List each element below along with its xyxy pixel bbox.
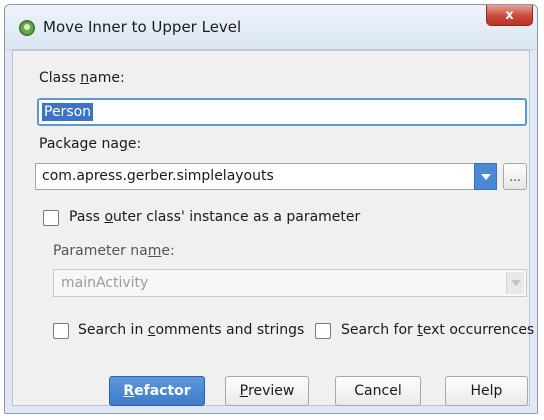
search-comments-checkbox[interactable] bbox=[53, 323, 69, 339]
chevron-down-icon bbox=[510, 280, 521, 286]
parameter-dropdown-button[interactable] bbox=[506, 272, 524, 294]
refactor-button[interactable]: Refactor bbox=[109, 376, 205, 406]
close-icon: x bbox=[505, 7, 514, 23]
parameter-name-label: Parameter name: bbox=[53, 243, 175, 259]
close-button[interactable]: x bbox=[486, 5, 533, 26]
search-comments-label[interactable]: Search in comments and strings bbox=[78, 322, 304, 338]
dialog-title: Move Inner to Upper Level bbox=[43, 18, 242, 36]
pass-outer-label[interactable]: Pass outer class' instance as a paramete… bbox=[69, 209, 360, 225]
parameter-name-combobox[interactable]: mainActivity bbox=[53, 269, 527, 297]
class-name-input[interactable]: Person bbox=[37, 98, 527, 126]
search-text-checkbox[interactable] bbox=[315, 323, 331, 339]
chevron-down-icon bbox=[480, 173, 491, 180]
help-button[interactable]: Help bbox=[445, 376, 528, 406]
android-icon bbox=[19, 20, 35, 36]
dialog-content: Class name: Person Package nage: com.apr… bbox=[12, 50, 534, 406]
package-dropdown-button[interactable] bbox=[474, 163, 497, 190]
title-bar[interactable]: Move Inner to Upper Level x bbox=[5, 5, 537, 50]
browse-package-button[interactable]: ... bbox=[503, 163, 527, 190]
package-name-combobox[interactable]: com.apress.gerber.simplelayouts bbox=[35, 163, 497, 190]
pass-outer-checkbox[interactable] bbox=[43, 210, 59, 226]
parameter-name-value: mainActivity bbox=[61, 275, 149, 291]
search-text-label[interactable]: Search for text occurrences bbox=[341, 322, 534, 338]
preview-button[interactable]: Preview bbox=[225, 376, 309, 406]
cancel-button[interactable]: Cancel bbox=[335, 376, 421, 406]
package-name-label: Package nage: bbox=[39, 136, 142, 152]
dialog-window: Move Inner to Upper Level x Class name: … bbox=[4, 4, 538, 414]
class-name-value: Person bbox=[42, 103, 94, 121]
class-name-label: Class name: bbox=[39, 70, 125, 86]
package-name-value: com.apress.gerber.simplelayouts bbox=[42, 168, 274, 184]
